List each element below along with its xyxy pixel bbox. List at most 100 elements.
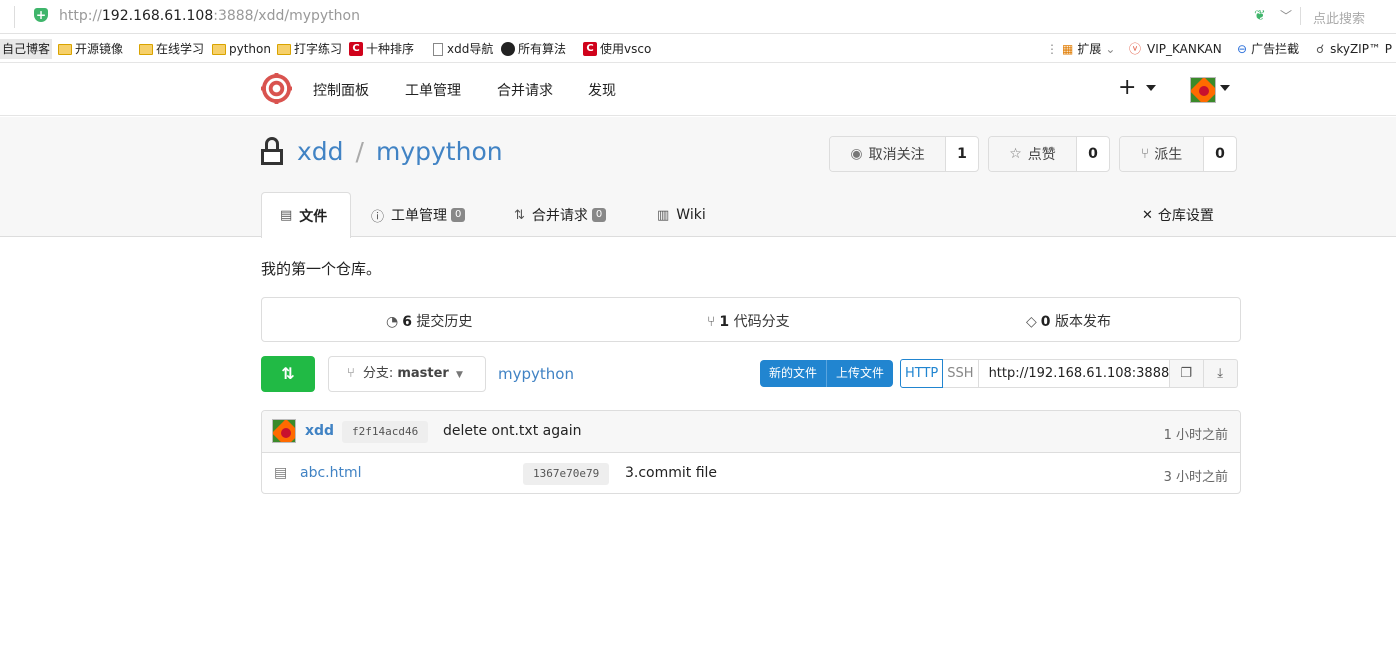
extensions-label: 扩展	[1077, 42, 1102, 56]
bookmark-folder[interactable]: 打字练习	[277, 39, 342, 59]
tab-wiki-label: Wiki	[676, 207, 706, 223]
bookmark-label: 打字练习	[294, 42, 343, 56]
repo-owner-link[interactable]: xdd	[297, 137, 344, 166]
bookmark-item[interactable]: xdd导航	[433, 39, 493, 59]
git-branch-icon: ⑂	[707, 314, 716, 330]
bookmarks-bar: 自己博客 开源镜像 在线学习 python 打字练习 C 十种排序 xdd导航 所…	[0, 35, 1396, 63]
security-shield-icon[interactable]: +	[34, 8, 48, 22]
top-navbar: 控制面板 工单管理 合并请求 发现 +	[0, 64, 1396, 116]
page-icon	[433, 42, 443, 56]
tab-files[interactable]: ▤ 文件	[261, 192, 351, 238]
repo-name-link[interactable]: mypython	[376, 137, 503, 166]
bookmark-folder[interactable]: python	[212, 39, 271, 59]
file-icon: ▤	[274, 465, 288, 481]
fork-label: 派生	[1154, 147, 1183, 163]
nav-explore[interactable]: 发现	[588, 80, 616, 100]
url-field[interactable]: http://192.168.61.108:3888/xdd/mypython	[59, 8, 360, 24]
skyzip-extension[interactable]: ☌ skyZIP™ P	[1316, 39, 1392, 59]
search-box[interactable]: 点此搜索	[1313, 8, 1365, 27]
extensions-menu[interactable]: ▦ 扩展 ⌄	[1062, 39, 1115, 59]
bookmark-label: xdd导航	[447, 42, 494, 56]
commit-time: 1 小时之前	[1163, 428, 1228, 443]
tab-files-label: 文件	[299, 208, 328, 225]
tab-issues-label: 工单管理	[391, 208, 448, 224]
releases-label: 版本发布	[1054, 314, 1111, 330]
stars-count[interactable]: 0	[1077, 137, 1109, 171]
file-commit-message[interactable]: 3.commit file	[625, 465, 717, 481]
tab-issues[interactable]: ⓘ 工单管理 0	[371, 192, 466, 238]
file-commit-time: 3 小时之前	[1163, 470, 1228, 485]
ssh-clone-button[interactable]: SSH	[943, 359, 979, 388]
create-new-button[interactable]: +	[1118, 74, 1136, 102]
bookmark-item[interactable]: 所有算法	[501, 39, 566, 59]
issues-count-badge: 0	[451, 208, 466, 222]
compare-button[interactable]: ⇅	[261, 356, 315, 392]
star-button[interactable]: ☆ 点赞	[989, 137, 1077, 171]
repo-stats-bar: ◔ 6 提交历史 ⑂ 1 代码分支 ◇ 0 版本发布	[261, 297, 1241, 342]
copy-clipboard-icon[interactable]: ❐	[1169, 359, 1204, 388]
unwatch-button[interactable]: ◉ 取消关注	[830, 137, 946, 171]
bookmark-label: 所有算法	[518, 42, 567, 56]
url-path: :3888/xdd/mypython	[213, 8, 360, 24]
breadcrumb-repo-root[interactable]: mypython	[498, 365, 574, 383]
folder-icon	[212, 43, 226, 55]
chevron-down-icon[interactable]: ﹀	[1280, 7, 1292, 25]
bookmark-folder[interactable]: 在线学习	[139, 39, 204, 59]
forks-count[interactable]: 0	[1204, 137, 1236, 171]
commits-count: 6	[402, 314, 412, 330]
commit-author-link[interactable]: xdd	[305, 423, 334, 439]
bookmark-folder[interactable]: 开源镜像	[58, 39, 123, 59]
leaf-icon[interactable]: ❦	[1254, 8, 1270, 24]
branch-dropdown[interactable]: ⑂ 分支: master ▼	[328, 356, 486, 392]
author-avatar[interactable]	[272, 419, 296, 443]
http-clone-button[interactable]: HTTP	[900, 359, 944, 388]
branches-count: 1	[719, 314, 730, 330]
bookmark-item[interactable]: C 十种排序	[349, 39, 414, 59]
caret-down-icon[interactable]	[1220, 85, 1230, 91]
tab-pulls[interactable]: ⇅ 合并请求 0	[514, 192, 607, 238]
watchers-count[interactable]: 1	[946, 137, 978, 171]
tools-icon: ✕	[1142, 207, 1153, 223]
releases-stat[interactable]: ◇ 0 版本发布	[1026, 311, 1111, 331]
caret-down-icon[interactable]	[1146, 85, 1156, 91]
nav-issues[interactable]: 工单管理	[405, 80, 461, 100]
upload-file-button[interactable]: 上传文件	[826, 360, 894, 387]
toolbar-divider	[1300, 7, 1301, 25]
download-icon[interactable]: ⤓	[1203, 359, 1238, 388]
fork-button-group: ⑂ 派生 0	[1119, 136, 1237, 172]
nav-pulls[interactable]: 合并请求	[497, 80, 553, 100]
book-icon: ▥	[657, 207, 670, 223]
vip-kankan-extension[interactable]: ⓥ VIP_KANKAN	[1129, 39, 1222, 59]
file-name-link[interactable]: abc.html	[300, 465, 362, 481]
tab-wiki[interactable]: ▥ Wiki	[657, 192, 706, 238]
bookmark-label: 自己博客	[2, 42, 51, 56]
nav-dashboard[interactable]: 控制面板	[313, 80, 369, 100]
more-dots-icon[interactable]: ⋮	[1046, 39, 1058, 59]
file-actions-group: 新的文件 上传文件	[760, 360, 894, 387]
commits-stat[interactable]: ◔ 6 提交历史	[386, 311, 472, 331]
bookmark-item[interactable]: C 使用vsco	[583, 39, 651, 59]
tab-settings[interactable]: ✕ 仓库设置	[1142, 192, 1214, 238]
git-branch-icon: ⑂	[347, 366, 355, 381]
fork-button[interactable]: ⑂ 派生	[1120, 137, 1204, 171]
repo-title: xdd / mypython	[297, 137, 503, 166]
clone-url-input[interactable]: http://192.168.61.108:3888/xdd/mypython.…	[978, 359, 1170, 388]
file-text-icon: ▤	[280, 208, 293, 223]
adblock-extension[interactable]: ⊖ 广告拦截	[1237, 39, 1299, 59]
new-file-button[interactable]: 新的文件	[760, 360, 827, 387]
watch-label: 取消关注	[868, 147, 925, 163]
commits-label: 提交历史	[416, 314, 473, 330]
csdn-icon: C	[349, 42, 363, 56]
commit-message[interactable]: delete ont.txt again	[443, 423, 581, 439]
bookmark-label: 使用vsco	[600, 42, 652, 56]
user-avatar[interactable]	[1190, 77, 1216, 103]
private-lock-icon	[261, 137, 283, 165]
commit-sha-label[interactable]: f2f14acd46	[342, 421, 429, 443]
branches-stat[interactable]: ⑂ 1 代码分支	[707, 311, 790, 331]
branches-label: 代码分支	[733, 314, 790, 330]
file-commit-sha[interactable]: 1367e70e79	[523, 463, 610, 485]
branch-prefix: 分支:	[362, 366, 394, 381]
bookmark-label: 在线学习	[156, 42, 205, 56]
gogs-logo-icon[interactable]	[261, 73, 292, 104]
bookmark-item[interactable]: 自己博客	[0, 39, 53, 59]
